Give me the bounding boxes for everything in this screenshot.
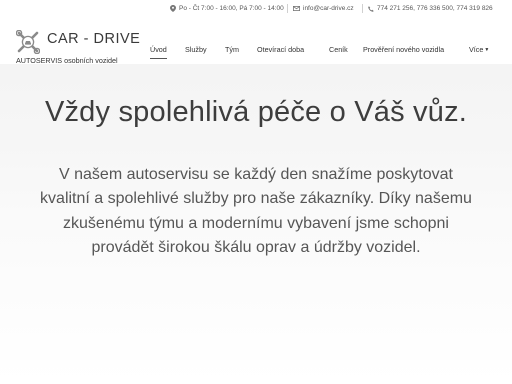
hero-description-line: zkušenému týmu a modernímu vybavení jsme… [63,214,449,232]
nav-item-oteviraci-doba[interactable]: Otevírací doba [257,45,304,54]
email-contact[interactable]: info@car-drive.cz [293,5,354,12]
opening-hours-text: Po - Čt 7:00 - 16:00, Pá 7:00 - 14:00 [179,5,284,12]
top-info-bar: Po - Čt 7:00 - 16:00, Pá 7:00 - 14:00 in… [0,0,512,18]
email-link[interactable]: info@car-drive.cz [303,5,354,12]
phone-contact[interactable]: 774 271 256, 776 336 500, 774 319 826 [367,5,493,12]
nav-item-vice[interactable]: Více▼ [469,45,489,54]
nav-item-vice-label: Více [469,45,484,54]
chevron-down-icon: ▼ [484,47,490,53]
nav-item-tym[interactable]: Tým [225,45,239,54]
hero-description-line: kvalitní a spolehlivé služby pro naše zá… [40,190,472,208]
topbar-divider [287,4,288,13]
hero-title: Vždy spolehlivá péče o Váš vůz. [44,96,468,128]
hero-description: V našem autoservisu se každý den snažíme… [20,163,492,260]
hero-description-line: V našem autoservisu se každý den snažíme… [59,166,453,183]
envelope-icon [293,5,300,12]
nav-item-sluzby[interactable]: Služby [185,45,207,54]
nav-item-cenik[interactable]: Ceník [329,45,348,54]
phone-numbers[interactable]: 774 271 256, 776 336 500, 774 319 826 [377,5,493,12]
phone-icon [367,5,374,12]
hero-description-line: provádět širokou škálu oprav a údržby vo… [91,238,421,256]
location-pin-icon [169,5,176,12]
nav-item-provereni-vozidla[interactable]: Prověření nového vozidla [363,45,444,54]
opening-hours: Po - Čt 7:00 - 16:00, Pá 7:00 - 14:00 [169,5,284,12]
topbar-divider [362,4,363,13]
nav-item-uvod[interactable]: Úvod [150,45,167,59]
main-navigation: Úvod Služby Tým Otevírací doba Ceník Pro… [0,45,512,59]
